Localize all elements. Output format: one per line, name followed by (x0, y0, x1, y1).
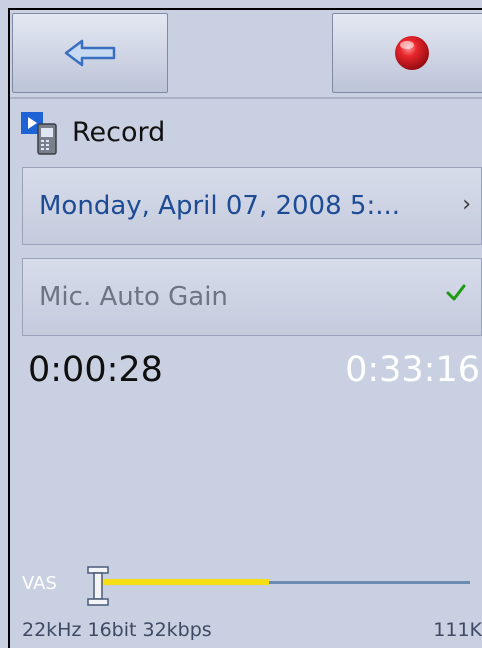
vas-slider-thumb[interactable] (86, 566, 110, 606)
record-app-icon (20, 108, 68, 156)
title-bar: Record (20, 108, 165, 156)
recorder-window: Record Monday, April 07, 2008 5:... › Mi… (8, 8, 482, 648)
vas-slider-fill (98, 579, 270, 585)
remaining-time: 0:33:16 (345, 350, 480, 390)
page-title: Record (72, 116, 166, 148)
recording-name-label: Monday, April 07, 2008 5:... (39, 191, 401, 221)
record-dot-icon (395, 36, 429, 70)
checkmark-icon (446, 284, 466, 301)
record-button[interactable] (332, 13, 482, 93)
elapsed-time: 0:00:28 (28, 350, 163, 390)
back-arrow-icon (64, 39, 116, 67)
file-size-info: 111K (433, 619, 482, 641)
toolbar-divider (10, 97, 482, 99)
vas-label: VAS (22, 573, 57, 594)
chevron-right-icon: › (462, 192, 471, 217)
mic-auto-gain-item[interactable]: Mic. Auto Gain (22, 258, 482, 336)
mic-auto-gain-label: Mic. Auto Gain (39, 282, 228, 312)
back-button[interactable] (12, 13, 168, 93)
recording-name-item[interactable]: Monday, April 07, 2008 5:... › (22, 167, 482, 245)
audio-format-info: 22kHz 16bit 32kbps (22, 619, 212, 641)
vas-slider-track[interactable] (98, 579, 470, 585)
